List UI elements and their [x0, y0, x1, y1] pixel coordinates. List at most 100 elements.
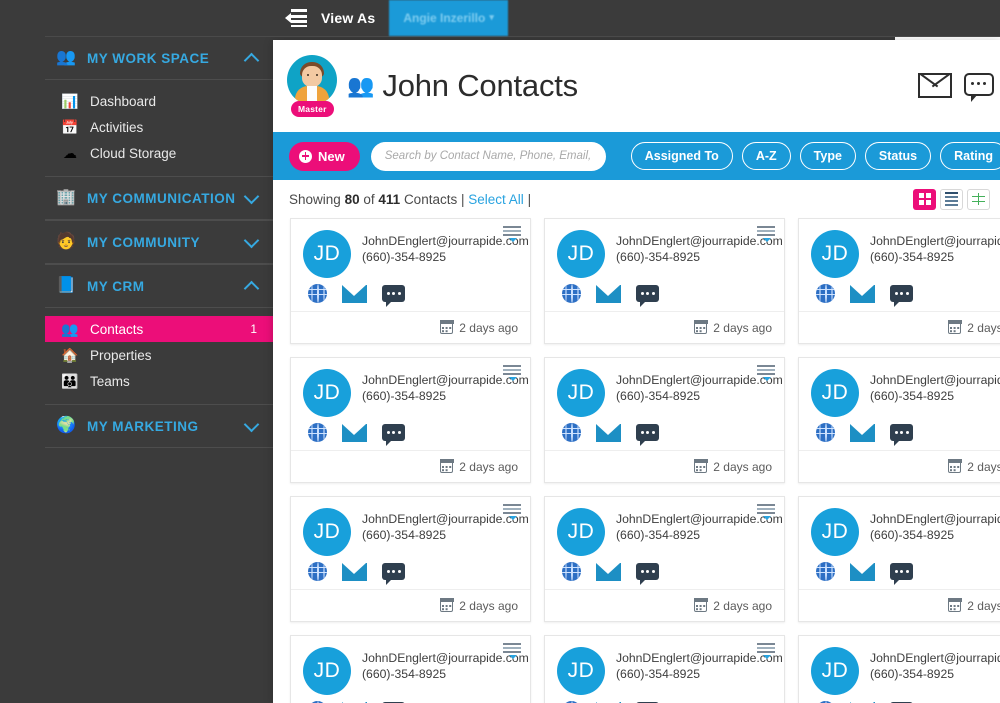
globe-icon[interactable] — [308, 562, 327, 581]
chevron-up-icon[interactable] — [245, 279, 259, 293]
sidebar-item-activities[interactable]: 📅 Activities — [45, 114, 273, 140]
message-icon[interactable] — [890, 285, 913, 307]
sidebar-group-my-marketing[interactable]: 🌍 MY MARKETING — [45, 404, 273, 448]
new-button[interactable]: New — [289, 141, 360, 171]
chevron-down-icon[interactable] — [245, 191, 259, 205]
contact-email[interactable]: JohnDEnglert@jourrapide.com — [362, 233, 529, 249]
card-menu-icon[interactable] — [757, 226, 775, 242]
card-menu-icon[interactable] — [757, 643, 775, 659]
contact-card[interactable]: JD JohnDEnglert@jourrapide.com(660)-354-8… — [290, 357, 531, 483]
contact-card[interactable]: JD JohnDEnglert@jourrapide.com(660)-354-8… — [290, 635, 531, 703]
list-view-icon[interactable] — [940, 188, 963, 210]
contact-email[interactable]: JohnDEnglert@jourrapide.com — [362, 650, 529, 666]
email-icon[interactable] — [596, 284, 621, 303]
card-menu-icon[interactable] — [757, 365, 775, 381]
card-menu-icon[interactable] — [503, 504, 521, 520]
contact-email[interactable]: JohnDEnglert@jourrapide.com — [616, 372, 783, 388]
contact-email[interactable]: JohnDEnglert@jourrapide.com — [870, 650, 1000, 666]
contact-phone[interactable]: (660)-354-8925 — [616, 527, 772, 544]
sidebar-item-cloud-storage[interactable]: ☁ Cloud Storage — [45, 140, 273, 166]
card-menu-icon[interactable] — [757, 504, 775, 520]
filter-assigned-to[interactable]: Assigned To — [630, 142, 733, 170]
sidebar-group-my-crm[interactable]: 📘 MY CRM — [45, 264, 273, 308]
envelope-icon[interactable] — [918, 73, 952, 99]
message-icon[interactable] — [636, 563, 659, 585]
message-icon[interactable] — [382, 285, 405, 307]
message-icon[interactable] — [382, 424, 405, 446]
globe-icon[interactable] — [816, 423, 835, 442]
contact-email[interactable]: JohnDEnglert@jourrapide.com — [616, 233, 783, 249]
contact-email[interactable]: JohnDEnglert@jourrapide.com — [870, 372, 1000, 388]
contact-phone[interactable]: (660)-354-8925 — [362, 527, 518, 544]
spreadsheet-view-icon[interactable] — [967, 188, 990, 210]
contact-card[interactable]: JD JohnDEnglert@jourrapide.com(660)-354-8… — [798, 496, 1000, 622]
card-menu-icon[interactable] — [503, 643, 521, 659]
email-icon[interactable] — [850, 423, 875, 442]
grid-view-icon[interactable] — [913, 188, 936, 210]
sidebar-item-contacts[interactable]: 👥 Contacts 1 — [45, 316, 273, 342]
collapse-sidebar-icon[interactable] — [285, 9, 307, 28]
filter-a-z[interactable]: A-Z — [741, 142, 791, 170]
contact-email[interactable]: JohnDEnglert@jourrapide.com — [870, 511, 1000, 527]
chevron-down-icon[interactable] — [245, 419, 259, 433]
card-menu-icon[interactable] — [503, 365, 521, 381]
globe-icon[interactable] — [562, 423, 581, 442]
contact-card[interactable]: JD JohnDEnglert@jourrapide.com(660)-354-8… — [290, 496, 531, 622]
sidebar-group-my-communication[interactable]: 🏢 MY COMMUNICATION — [45, 176, 273, 220]
chevron-up-icon[interactable] — [245, 51, 259, 65]
globe-icon[interactable] — [816, 562, 835, 581]
contact-card[interactable]: JD JohnDEnglert@jourrapide.com(660)-354-8… — [544, 496, 785, 622]
chat-bubble-icon[interactable] — [964, 73, 998, 102]
contact-card[interactable]: JD JohnDEnglert@jourrapide.com(660)-354-8… — [544, 357, 785, 483]
contact-phone[interactable]: (660)-354-8925 — [616, 388, 772, 405]
contact-email[interactable]: JohnDEnglert@jourrapide.com — [870, 233, 1000, 249]
email-icon[interactable] — [850, 562, 875, 581]
sidebar-item-properties[interactable]: 🏠 Properties — [45, 342, 273, 368]
contact-card[interactable]: JD JohnDEnglert@jourrapide.com(660)-354-8… — [798, 218, 1000, 344]
card-menu-icon[interactable] — [503, 226, 521, 242]
contact-card[interactable]: JD JohnDEnglert@jourrapide.com(660)-354-8… — [544, 635, 785, 703]
select-all-link[interactable]: Select All — [468, 192, 524, 207]
email-icon[interactable] — [596, 423, 621, 442]
message-icon[interactable] — [636, 285, 659, 307]
globe-icon[interactable] — [308, 423, 327, 442]
contact-email[interactable]: JohnDEnglert@jourrapide.com — [362, 372, 529, 388]
contact-phone[interactable]: (660)-354-8925 — [870, 666, 1000, 683]
contact-phone[interactable]: (660)-354-8925 — [870, 388, 1000, 405]
message-icon[interactable] — [890, 563, 913, 585]
contact-phone[interactable]: (660)-354-8925 — [870, 527, 1000, 544]
contact-email[interactable]: JohnDEnglert@jourrapide.com — [616, 650, 783, 666]
message-icon[interactable] — [636, 424, 659, 446]
email-icon[interactable] — [342, 562, 367, 581]
globe-icon[interactable] — [308, 284, 327, 303]
contact-phone[interactable]: (660)-354-8925 — [362, 249, 518, 266]
sidebar-item-dashboard[interactable]: 📊 Dashboard — [45, 88, 273, 114]
contact-card[interactable]: JD JohnDEnglert@jourrapide.com(660)-354-8… — [798, 357, 1000, 483]
contact-card[interactable]: JD JohnDEnglert@jourrapide.com(660)-354-8… — [544, 218, 785, 344]
filter-rating[interactable]: Rating — [940, 142, 1000, 170]
globe-icon[interactable] — [816, 284, 835, 303]
contact-phone[interactable]: (660)-354-8925 — [362, 388, 518, 405]
email-icon[interactable] — [342, 423, 367, 442]
search-input[interactable] — [370, 141, 606, 171]
sidebar-item-teams[interactable]: 👪 Teams — [45, 368, 273, 394]
contact-phone[interactable]: (660)-354-8925 — [616, 249, 772, 266]
email-icon[interactable] — [596, 562, 621, 581]
message-icon[interactable] — [382, 563, 405, 585]
chevron-down-icon[interactable] — [245, 235, 259, 249]
filter-type[interactable]: Type — [799, 142, 856, 170]
contact-phone[interactable]: (660)-354-8925 — [616, 666, 772, 683]
email-icon[interactable] — [850, 284, 875, 303]
globe-icon[interactable] — [562, 562, 581, 581]
contact-card[interactable]: JD JohnDEnglert@jourrapide.com(660)-354-8… — [798, 635, 1000, 703]
avatar[interactable]: Master — [287, 55, 341, 117]
sidebar-group-my-community[interactable]: 🧑 MY COMMUNITY — [45, 220, 273, 264]
email-icon[interactable] — [342, 284, 367, 303]
sidebar-group-my-work-space[interactable]: 👥 MY WORK SPACE — [45, 36, 273, 80]
globe-icon[interactable] — [562, 284, 581, 303]
contact-email[interactable]: JohnDEnglert@jourrapide.com — [362, 511, 529, 527]
filter-status[interactable]: Status — [864, 142, 932, 170]
message-icon[interactable] — [890, 424, 913, 446]
view-as-user-dropdown[interactable]: Angie Inzerillo ▾ — [389, 0, 508, 36]
contact-card[interactable]: JD JohnDEnglert@jourrapide.com(660)-354-8… — [290, 218, 531, 344]
